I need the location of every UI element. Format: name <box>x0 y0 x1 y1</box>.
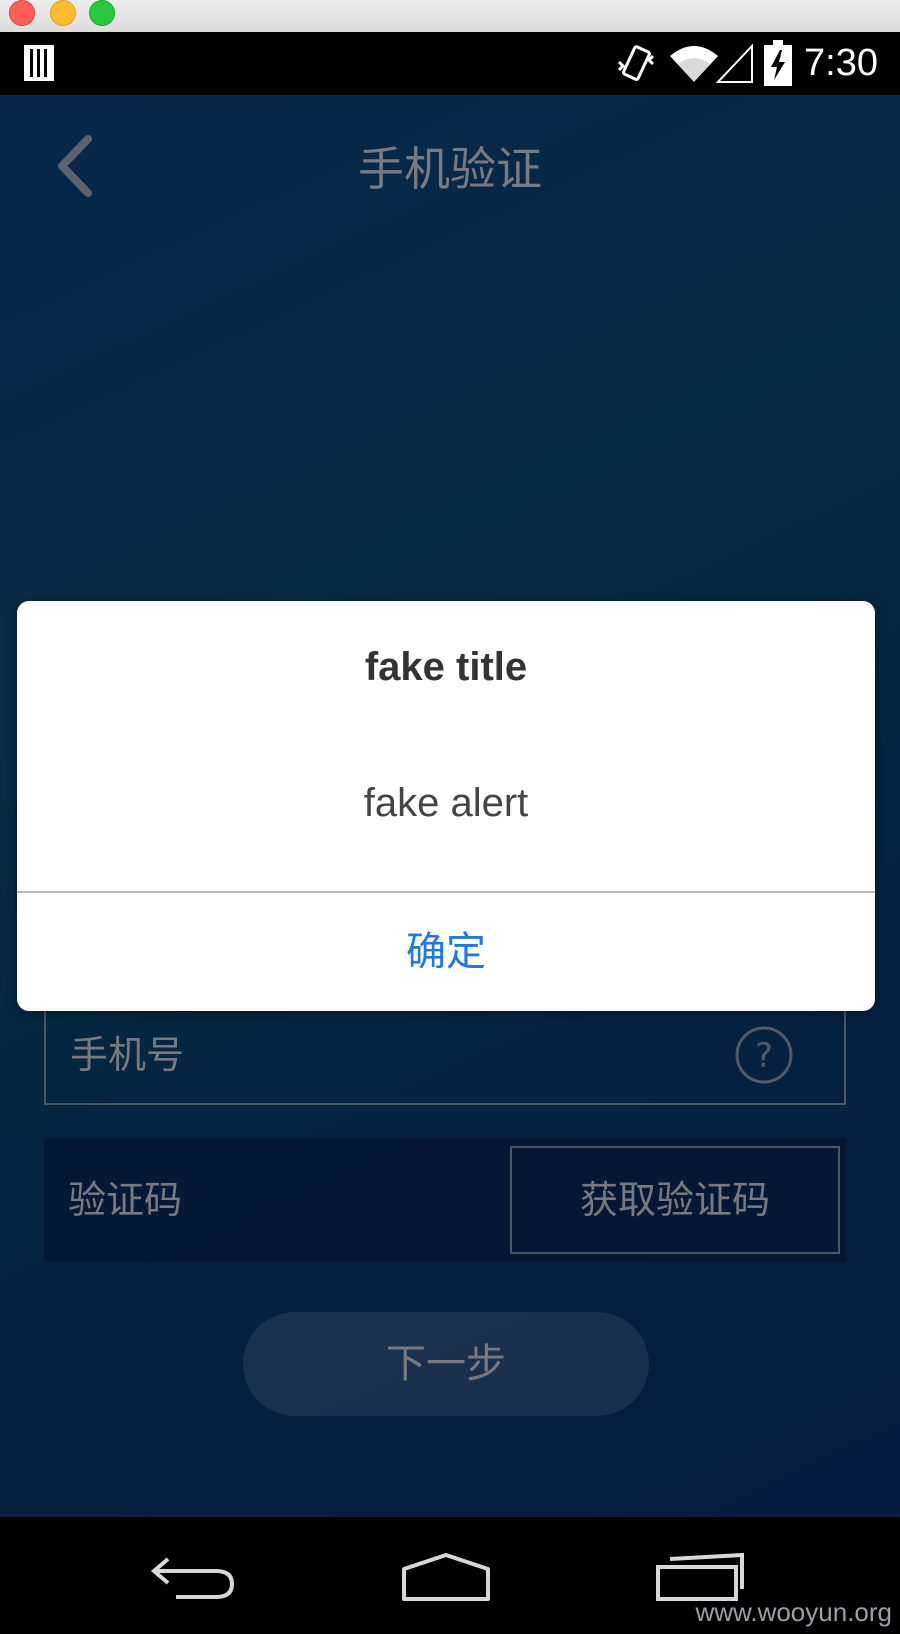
wifi-icon <box>670 46 718 82</box>
vibrate-icon <box>617 45 655 81</box>
close-window-button[interactable] <box>9 0 35 26</box>
sim-icon <box>24 45 54 81</box>
minimize-window-button[interactable] <box>50 0 76 26</box>
signal-icon <box>716 44 753 83</box>
window-titlebar <box>0 0 900 32</box>
confirm-button[interactable]: 确定 <box>17 893 875 1011</box>
alert-dialog: fake title fake alert 确定 <box>17 601 875 1011</box>
nav-home-icon[interactable] <box>400 1553 492 1603</box>
status-bar: 7:30 <box>0 32 900 95</box>
battery-icon <box>764 40 792 86</box>
watermark: www.wooyun.org <box>695 1597 892 1627</box>
dialog-title: fake title <box>364 645 528 689</box>
zoom-window-button[interactable] <box>89 0 115 26</box>
dialog-message: fake alert <box>363 781 529 825</box>
nav-recents-icon[interactable] <box>654 1551 746 1603</box>
phone-screen: 7:30 手机验证 手机号 ? 验证码 获取验证码 下一步 fake title… <box>0 32 900 1634</box>
status-time: 7:30 <box>804 42 878 84</box>
navigation-bar: www.wooyun.org <box>0 1517 900 1634</box>
nav-back-icon[interactable] <box>150 1553 240 1603</box>
